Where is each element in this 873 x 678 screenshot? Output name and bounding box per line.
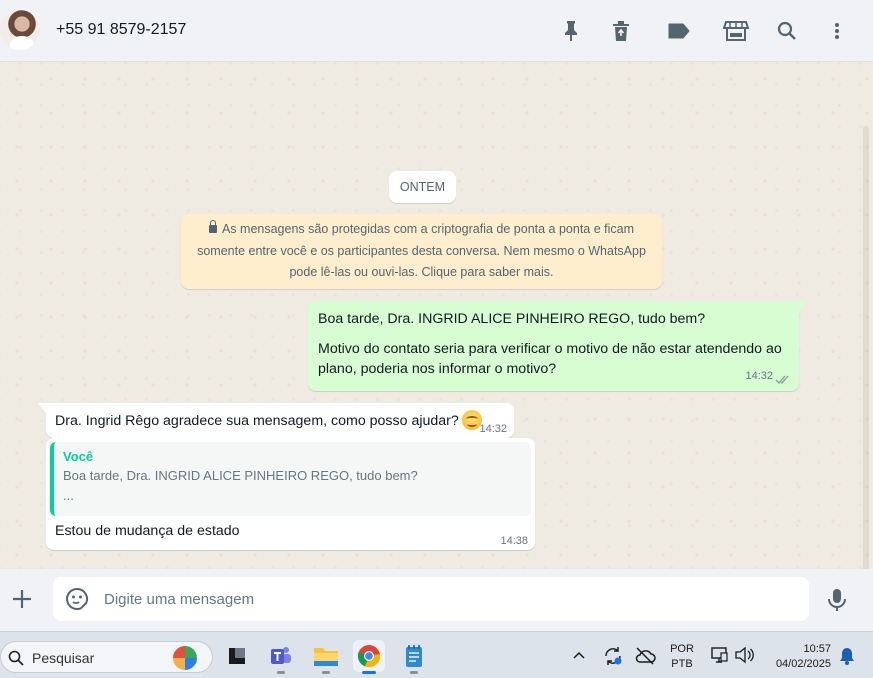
network-icon[interactable] — [710, 645, 728, 665]
date-chip: ONTEM — [389, 171, 456, 203]
label-icon[interactable] — [666, 18, 692, 44]
chat-scrollbar[interactable] — [863, 126, 869, 569]
store-icon[interactable] — [723, 18, 749, 44]
message-time: 14:32 — [479, 423, 507, 435]
taskbar-search-text: Pesquisar — [32, 650, 95, 666]
attach-plus-icon[interactable] — [10, 587, 34, 611]
desktop-icon[interactable] — [221, 640, 253, 672]
volume-icon[interactable] — [734, 646, 754, 664]
language-indicator[interactable]: POR PTB — [668, 642, 696, 672]
windows-taskbar: Pesquisar POR PTB 10:57 04/02/2025 — [0, 631, 873, 678]
contact-avatar[interactable] — [0, 10, 40, 50]
incoming-reply-message[interactable]: Você Boa tarde, Dra. INGRID ALICE PINHEI… — [46, 438, 535, 550]
globe-icon — [173, 646, 197, 670]
chat-area[interactable]: ONTEM As mensagens são protegidas com a … — [0, 62, 873, 569]
language-top: POR — [670, 643, 694, 655]
chat-header: +55 91 8579-2157 — [0, 0, 873, 62]
clock-time: 10:57 — [803, 643, 831, 655]
language-bottom: PTB — [671, 658, 693, 670]
delete-icon[interactable] — [608, 18, 634, 44]
notepad-icon[interactable] — [398, 640, 430, 674]
notification-bell-icon[interactable] — [839, 647, 855, 665]
encryption-notice[interactable]: As mensagens são protegidas com a cripto… — [181, 214, 662, 289]
encryption-notice-line2: somente entre você e os participantes de… — [197, 243, 646, 258]
message-text: Estou de mudança de estado — [55, 523, 240, 539]
quote-author: Você — [63, 449, 94, 464]
menu-icon[interactable] — [824, 18, 850, 44]
message-text-line2: Motivo do contato seria para verificar o… — [318, 341, 782, 357]
microphone-icon[interactable] — [825, 587, 849, 613]
message-composer: Digite uma mensagem — [0, 569, 873, 631]
teams-icon[interactable] — [265, 640, 297, 674]
message-input-box[interactable]: Digite uma mensagem — [53, 577, 809, 621]
incoming-message[interactable]: Dra. Ingrid Rêgo agradece sua mensagem, … — [38, 403, 514, 438]
file-explorer-icon[interactable] — [310, 640, 342, 674]
cloud-offline-icon[interactable] — [634, 645, 656, 667]
quote-text: Boa tarde, Dra. INGRID ALICE PINHEIRO RE… — [63, 468, 418, 483]
clock[interactable]: 10:57 04/02/2025 — [765, 642, 831, 672]
pin-icon[interactable] — [558, 18, 584, 44]
contact-name[interactable]: +55 91 8579-2157 — [56, 21, 186, 39]
search-icon — [8, 650, 24, 666]
quoted-message[interactable]: Você Boa tarde, Dra. INGRID ALICE PINHEI… — [50, 442, 531, 516]
message-input[interactable]: Digite uma mensagem — [104, 591, 254, 608]
encryption-notice-line1: As mensagens são protegidas com a cripto… — [221, 222, 635, 236]
sticker-icon[interactable] — [65, 587, 89, 611]
search-icon[interactable] — [774, 18, 800, 44]
encryption-notice-line3: pode lê-las ou ouvi-las. Clique para sab… — [289, 265, 554, 279]
chevron-up-icon[interactable] — [571, 648, 587, 664]
message-text: Dra. Ingrid Rêgo agradece sua mensagem, … — [55, 413, 459, 429]
sync-icon[interactable] — [602, 645, 624, 667]
message-text-line3: plano, poderia nos informar o motivo? — [318, 361, 557, 377]
message-time: 14:32 — [745, 370, 773, 382]
read-ticks-icon — [775, 375, 789, 384]
chrome-icon[interactable] — [353, 640, 385, 674]
clock-date: 04/02/2025 — [775, 658, 831, 670]
quote-more: ... — [63, 488, 74, 503]
outgoing-message[interactable]: Boa tarde, Dra. INGRID ALICE PINHEIRO RE… — [308, 301, 807, 391]
message-time: 14:38 — [500, 535, 528, 547]
message-text-line1: Boa tarde, Dra. INGRID ALICE PINHEIRO RE… — [318, 311, 706, 327]
lock-icon — [208, 220, 217, 233]
taskbar-search[interactable]: Pesquisar — [0, 641, 213, 673]
